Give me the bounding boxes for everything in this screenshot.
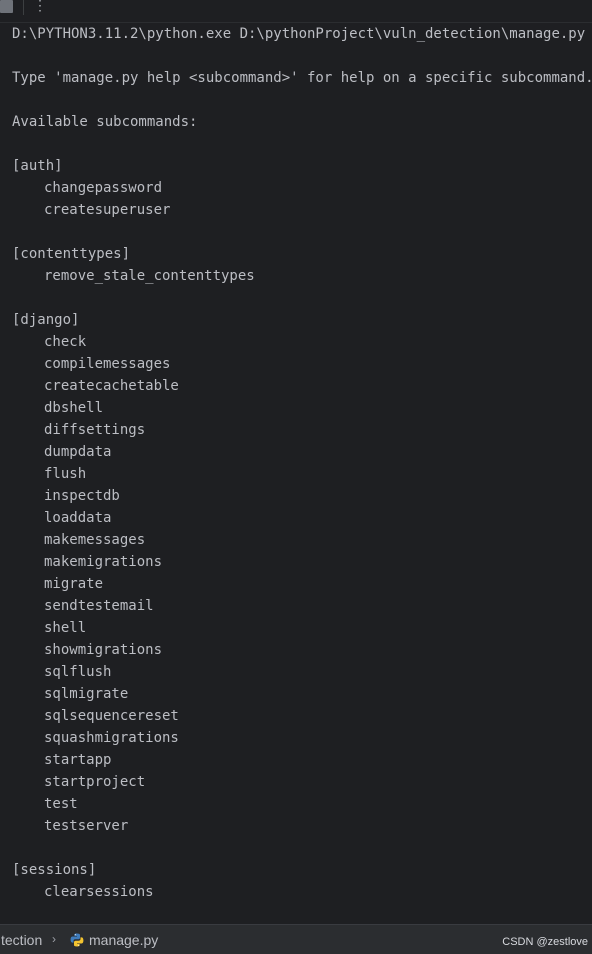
subcommand-item: flush [44,466,87,482]
subcommand-item: shell [44,620,87,636]
subcommand-item: inspectdb [44,488,120,504]
subcommand-item: test [44,796,78,812]
subcommand-item: makemigrations [44,554,163,570]
more-options-icon[interactable]: ⋮ [33,0,47,15]
subcommand-item: dbshell [44,400,104,416]
subcommand-item: changepassword [44,180,163,196]
subcommand-item: diffsettings [44,422,146,438]
breadcrumb-folder[interactable]: tection [1,931,42,949]
available-subcommands-header: Available subcommands: [12,114,198,130]
group-header-sessions: [sessions] [12,862,97,878]
subcommand-item: startproject [44,774,146,790]
subcommand-item: check [44,334,87,350]
subcommand-item: testserver [44,818,129,834]
help-hint-text: Type 'manage.py help <subcommand>' for h… [12,70,592,86]
subcommand-item: sqlflush [44,664,112,680]
group-header-django: [django] [12,312,80,328]
python-icon [70,933,84,947]
subcommand-item: sqlmigrate [44,686,129,702]
subcommand-item: compilemessages [44,356,171,372]
subcommand-item: squashmigrations [44,730,179,746]
group-header-contenttypes: [contenttypes] [12,246,131,262]
breadcrumb-file[interactable]: manage.py [89,931,158,949]
watermark-text: CSDN @zestlove [502,936,588,948]
subcommand-item: sendtestemail [44,598,154,614]
subcommand-item: migrate [44,576,104,592]
command-line-text: D:\PYTHON3.11.2\python.exe D:\pythonProj… [12,26,586,42]
group-header-auth: [auth] [12,158,63,174]
console-toolbar: ⋮ [0,0,592,23]
status-bar: tection › manage.py CSDN @zestlove [0,924,592,954]
stop-square-icon[interactable] [0,0,13,13]
subcommand-item: makemessages [44,532,146,548]
toolbar-divider [23,0,24,15]
subcommand-item: showmigrations [44,642,163,658]
run-console-output[interactable]: D:\PYTHON3.11.2\python.exe D:\pythonProj… [0,23,592,924]
subcommand-item: createcachetable [44,378,179,394]
chevron-right-icon: › [52,932,56,946]
subcommand-item: createsuperuser [44,202,171,218]
subcommand-item: sqlsequencereset [44,708,179,724]
subcommand-item: loaddata [44,510,112,526]
subcommand-item: clearsessions [44,884,154,900]
subcommand-item: startapp [44,752,112,768]
subcommand-item: remove_stale_contenttypes [44,268,255,284]
subcommand-item: dumpdata [44,444,112,460]
